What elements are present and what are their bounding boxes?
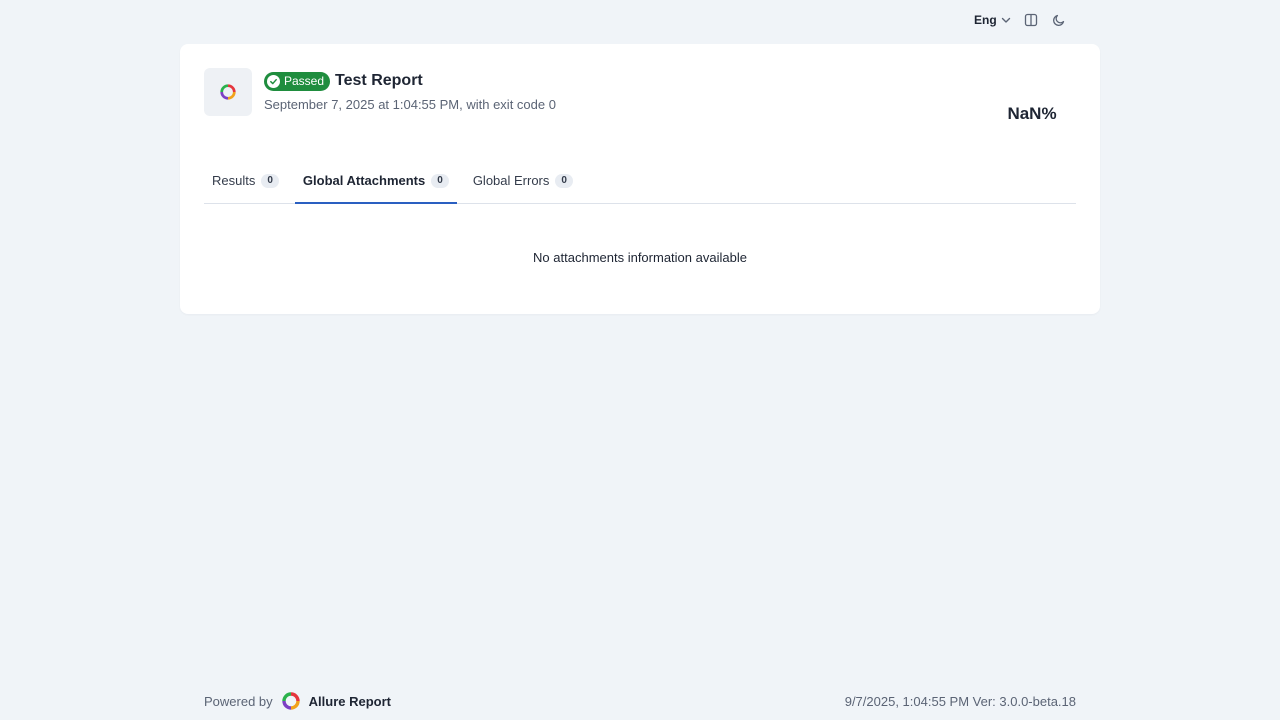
status-badge: Passed <box>264 71 331 91</box>
chevron-down-icon <box>1001 17 1010 23</box>
report-logo <box>204 68 252 116</box>
tab-label: Results <box>212 173 256 188</box>
success-rate: NaN% <box>1007 104 1057 123</box>
title-row: Passed Test Report <box>264 70 556 92</box>
theme-toggle-button[interactable] <box>1045 8 1073 32</box>
layout-split-icon <box>1024 13 1037 27</box>
tab-global-errors[interactable]: Global Errors 0 <box>465 158 581 203</box>
tab-count: 0 <box>261 173 279 188</box>
report-header: Passed Test Report September 7, 2025 at … <box>264 70 556 112</box>
report-timestamp: September 7, 2025 at 1:04:55 PM, with ex… <box>264 97 556 112</box>
report-tabs: Results 0 Global Attachments 0 Global Er… <box>204 158 1076 204</box>
tab-global-attachments[interactable]: Global Attachments 0 <box>294 158 457 204</box>
allure-logo-icon <box>220 84 236 100</box>
tab-count: 0 <box>555 173 573 188</box>
moon-icon <box>1052 14 1064 26</box>
tab-label: Global Attachments <box>302 173 426 188</box>
powered-by: Powered by Allure Report <box>204 691 391 711</box>
empty-state-message: No attachments information available <box>533 250 747 265</box>
top-toolbar: Eng <box>968 8 1080 32</box>
language-label: Eng <box>974 13 997 27</box>
tab-count: 0 <box>431 173 449 188</box>
report-card: Passed Test Report September 7, 2025 at … <box>180 44 1100 314</box>
tab-results[interactable]: Results 0 <box>204 158 287 203</box>
language-selector[interactable]: Eng <box>968 8 1017 32</box>
brand-link[interactable]: Allure Report <box>309 694 391 709</box>
allure-logo-icon <box>281 692 300 710</box>
status-badge-label: Passed <box>284 74 325 88</box>
powered-by-label: Powered by <box>204 693 273 709</box>
footer-meta: 9/7/2025, 1:04:55 PM Ver: 3.0.0-beta.18 <box>844 693 1076 709</box>
check-circle-icon <box>267 74 280 88</box>
layout-toggle-button[interactable] <box>1017 8 1045 32</box>
page-title: Test Report <box>335 72 423 89</box>
footer: Powered by Allure Report 9/7/2025, 1:04:… <box>204 689 1076 713</box>
tab-label: Global Errors <box>472 173 550 188</box>
